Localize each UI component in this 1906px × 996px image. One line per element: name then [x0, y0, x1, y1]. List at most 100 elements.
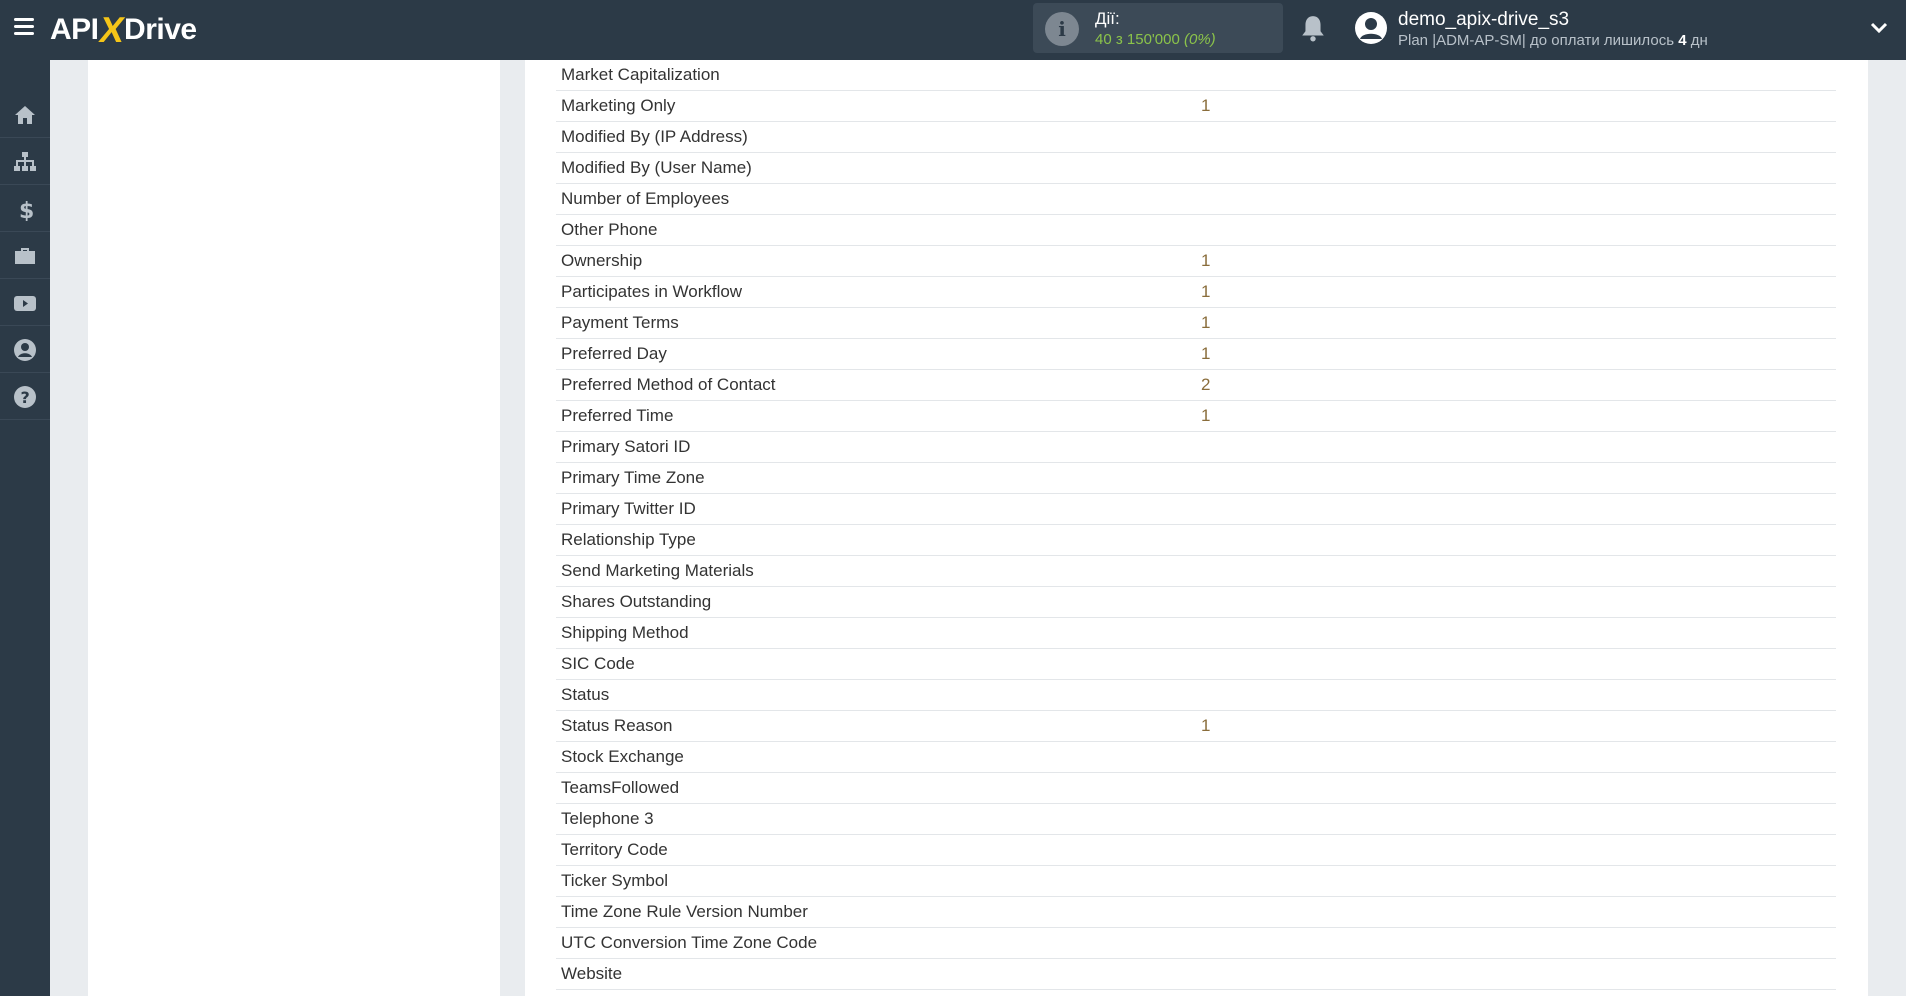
- field-value: 1: [1201, 96, 1211, 115]
- field-name: Modified By (User Name): [561, 158, 752, 177]
- plan-unit: дн: [1690, 32, 1708, 49]
- table-row: Primary Time Zone: [556, 463, 1836, 494]
- fields-table: Market Capitalization Marketing Only 1 Modi…: [556, 60, 1836, 990]
- field-name: Primary Time Zone: [561, 468, 705, 487]
- field-name: Shares Outstanding: [561, 592, 712, 611]
- dollar-icon[interactable]: $: [0, 186, 50, 232]
- logo-right: Drive: [124, 13, 197, 46]
- field-name: Relationship Type: [561, 530, 696, 549]
- menu-icon[interactable]: [14, 18, 34, 36]
- field-value: 1: [1201, 282, 1211, 301]
- actions-value: 40 з 150'000 (0%): [1095, 31, 1216, 48]
- plan-days: 4: [1678, 32, 1687, 49]
- home-icon[interactable]: [0, 92, 50, 138]
- field-name: Number of Employees: [561, 189, 730, 208]
- actions-count: 40 з 150'000: [1095, 31, 1180, 48]
- field-name: Market Capitalization: [561, 65, 720, 84]
- plan-text: Plan |ADM-AP-SM| до оплати лишилось: [1398, 32, 1675, 49]
- field-name: Preferred Day: [561, 344, 667, 363]
- field-name: Participates in Workflow: [561, 282, 743, 301]
- table-row: Relationship Type: [556, 525, 1836, 556]
- field-name: Other Phone: [561, 220, 658, 239]
- logo[interactable]: API X Drive: [50, 8, 197, 52]
- table-row: Preferred Time 1: [556, 401, 1836, 432]
- table-row: Ownership 1: [556, 246, 1836, 277]
- field-value: 1: [1201, 344, 1211, 363]
- field-name: Time Zone Rule Version Number: [561, 902, 808, 921]
- table-row: Stock Exchange: [556, 742, 1836, 773]
- actions-label: Дії:: [1095, 9, 1120, 28]
- table-row: Other Phone: [556, 215, 1836, 246]
- field-name: Website: [561, 964, 623, 983]
- table-row: Primary Satori ID: [556, 432, 1836, 463]
- field-name: Stock Exchange: [561, 747, 684, 766]
- video-icon[interactable]: [0, 280, 50, 326]
- help-icon[interactable]: ?: [0, 374, 50, 420]
- table-row: Market Capitalization: [556, 60, 1836, 91]
- field-name: Preferred Time: [561, 406, 674, 425]
- field-name: Shipping Method: [561, 623, 689, 642]
- field-name: SIC Code: [561, 654, 635, 673]
- table-row: Marketing Only 1: [556, 91, 1836, 122]
- field-name: TeamsFollowed: [561, 778, 680, 797]
- table-row: Number of Employees: [556, 184, 1836, 215]
- table-row: Ticker Symbol: [556, 866, 1836, 897]
- table-row: Preferred Day 1: [556, 339, 1836, 370]
- table-row: Modified By (User Name): [556, 153, 1836, 184]
- top-bar: API X Drive i Дії: 40 з 150'000 (0%) demo_…: [0, 0, 1906, 60]
- field-name: Modified By (IP Address): [561, 127, 748, 146]
- bell-icon[interactable]: [1300, 14, 1326, 42]
- info-icon: i: [1045, 12, 1079, 46]
- chevron-down-icon[interactable]: [1870, 20, 1888, 36]
- field-name: Marketing Only: [561, 96, 676, 115]
- table-row: Payment Terms 1: [556, 308, 1836, 339]
- left-panel: [88, 60, 500, 996]
- table-row: TeamsFollowed: [556, 773, 1836, 804]
- field-name: Status: [561, 685, 610, 704]
- field-name: Territory Code: [561, 840, 668, 859]
- field-value: 1: [1201, 251, 1211, 270]
- avatar-icon[interactable]: [1354, 11, 1388, 45]
- table-row: Status Reason 1: [556, 711, 1836, 742]
- table-row: UTC Conversion Time Zone Code: [556, 928, 1836, 959]
- field-name: Ticker Symbol: [561, 871, 669, 890]
- sidebar: $ ?: [0, 60, 50, 996]
- table-row: Modified By (IP Address): [556, 122, 1836, 153]
- field-value: 2: [1201, 375, 1211, 394]
- field-name: Primary Twitter ID: [561, 499, 696, 518]
- actions-percent: (0%): [1184, 31, 1216, 48]
- field-value: 1: [1201, 406, 1211, 425]
- field-name: Preferred Method of Contact: [561, 375, 776, 394]
- logo-x: X: [95, 9, 127, 50]
- svg-text:$: $: [19, 199, 34, 221]
- table-row: Territory Code: [556, 835, 1836, 866]
- table-row: Time Zone Rule Version Number: [556, 897, 1836, 928]
- table-row: Status: [556, 680, 1836, 711]
- field-name: Status Reason: [561, 716, 673, 735]
- svg-text:?: ?: [21, 388, 30, 407]
- user-name[interactable]: demo_apix-drive_s3: [1398, 9, 1569, 31]
- table-row: Preferred Method of Contact 2: [556, 370, 1836, 401]
- table-row: Send Marketing Materials: [556, 556, 1836, 587]
- table-row: Shares Outstanding: [556, 587, 1836, 618]
- user-icon[interactable]: [0, 327, 50, 373]
- field-name: Primary Satori ID: [561, 437, 691, 456]
- sitemap-icon[interactable]: [0, 139, 50, 185]
- plan-info: Plan |ADM-AP-SM| до оплати лишилось 4 дн: [1398, 32, 1708, 49]
- logo-left: API: [50, 13, 99, 46]
- field-name: Send Marketing Materials: [561, 561, 754, 580]
- field-value: 1: [1201, 716, 1211, 735]
- table-row: Telephone 3: [556, 804, 1836, 835]
- field-name: Payment Terms: [561, 313, 679, 332]
- table-row: Primary Twitter ID: [556, 494, 1836, 525]
- field-name: Telephone 3: [561, 809, 654, 828]
- table-row: Participates in Workflow 1: [556, 277, 1836, 308]
- field-value: 1: [1201, 313, 1211, 332]
- actions-counter[interactable]: i Дії: 40 з 150'000 (0%): [1033, 3, 1283, 53]
- field-name: UTC Conversion Time Zone Code: [561, 933, 818, 952]
- table-row: Website: [556, 959, 1836, 990]
- table-row: Shipping Method: [556, 618, 1836, 649]
- table-row: SIC Code: [556, 649, 1836, 680]
- briefcase-icon[interactable]: [0, 233, 50, 279]
- field-name: Ownership: [561, 251, 643, 270]
